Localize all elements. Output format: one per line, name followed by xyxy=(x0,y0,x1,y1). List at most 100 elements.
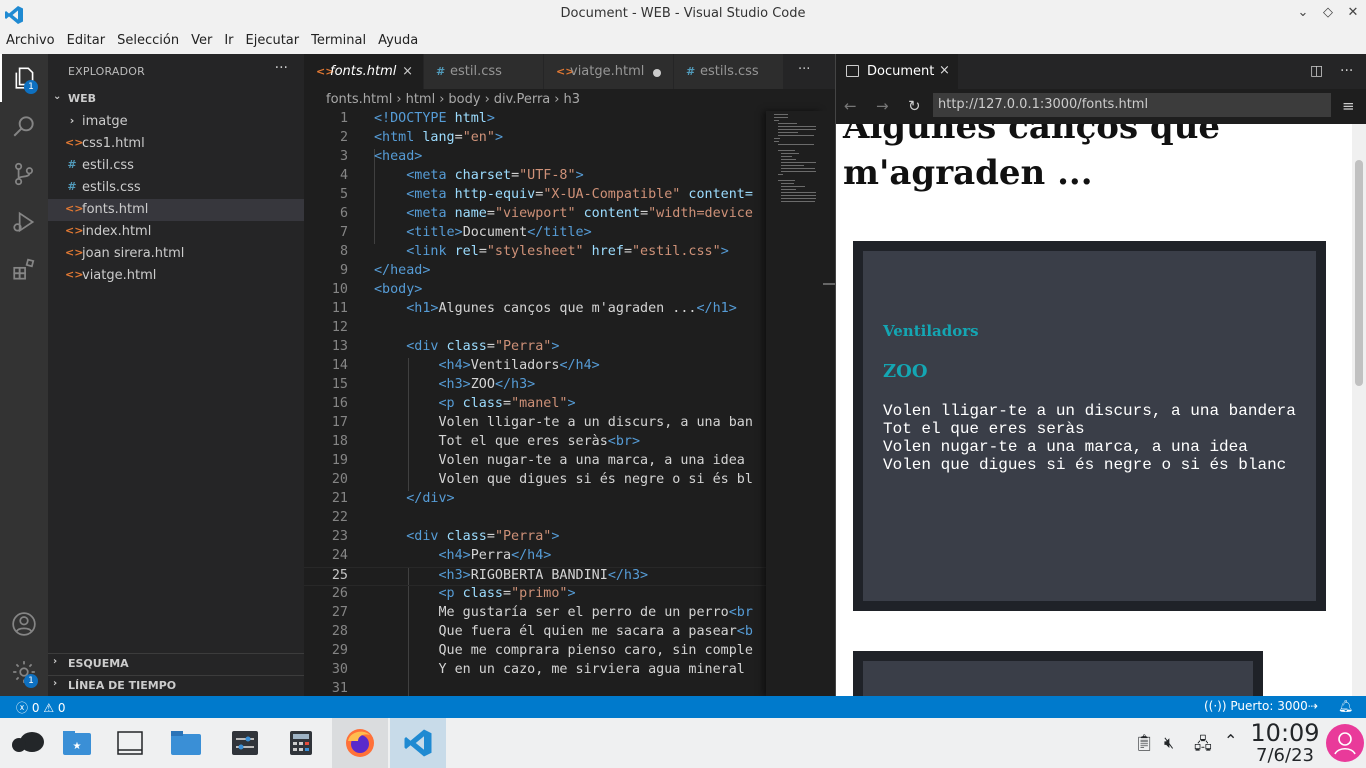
hamburger-menu-icon[interactable]: ≡ xyxy=(1342,97,1355,115)
clipboard-icon[interactable]: 📋︎ xyxy=(1134,733,1154,752)
css-file-icon: # xyxy=(67,180,77,193)
breadcrumb-item[interactable]: html xyxy=(406,92,436,107)
minimap[interactable] xyxy=(766,111,823,696)
code-token: <b xyxy=(736,624,753,639)
menu-item-ayuda[interactable]: Ayuda xyxy=(372,29,424,48)
editor-tab[interactable]: # estils.css xyxy=(674,54,784,89)
code-line: 5 <meta http-equiv="X-UA-Compatible" con… xyxy=(304,187,766,206)
file-tree-item[interactable]: # estil.css xyxy=(48,155,304,177)
page-heading: Algunes canços que m'agraden ... xyxy=(843,124,1221,193)
editor-more-actions-icon[interactable]: ··· xyxy=(798,62,810,77)
file-manager-icon[interactable] xyxy=(158,718,214,768)
menu-item-ver[interactable]: Ver xyxy=(185,29,218,48)
file-tree-item[interactable]: # estils.css xyxy=(48,177,304,199)
editor-tab[interactable]: # estil.css xyxy=(424,54,544,89)
file-tree-item[interactable]: <> fonts.html xyxy=(48,199,304,221)
timeline-section[interactable]: › LÍNEA DE TIEMPO xyxy=(48,675,304,697)
breadcrumb-item[interactable]: body xyxy=(448,92,480,107)
menu-item-terminal[interactable]: Terminal xyxy=(305,29,372,48)
minimize-icon[interactable]: ⌄ xyxy=(1294,5,1312,23)
problems-indicator[interactable]: ⓧ 0 ⚠ 0 xyxy=(16,699,66,716)
more-actions-icon[interactable]: ··· xyxy=(275,60,288,76)
line-number: 10 xyxy=(331,282,348,297)
line-number: 29 xyxy=(331,643,348,658)
line-text: Me gustaría ser el perro de un perro<br xyxy=(374,605,752,620)
url-input[interactable]: http://127.0.0.1:3000/fonts.html xyxy=(933,93,1331,117)
menu-item-ejecutar[interactable]: Ejecutar xyxy=(240,29,306,48)
preview-tab[interactable]: Document × xyxy=(836,54,958,89)
folder-header-web[interactable]: ⌄ WEB xyxy=(48,89,304,111)
preview-scrollbar[interactable] xyxy=(1352,124,1366,696)
line-number: 18 xyxy=(331,434,348,449)
extensions-icon[interactable] xyxy=(0,246,48,294)
vscode-taskbar-icon[interactable] xyxy=(390,718,446,768)
network-icon[interactable]: 🖧︎ xyxy=(1194,733,1212,760)
app-launcher-icon[interactable] xyxy=(0,718,56,768)
activity-bar: 1 1 xyxy=(0,54,48,696)
editor-tab[interactable]: <>fonts.html × xyxy=(304,54,424,89)
settings-gear-icon[interactable]: 1 xyxy=(0,648,48,696)
explorer-icon[interactable]: 1 xyxy=(0,54,48,102)
source-control-icon[interactable] xyxy=(0,150,48,198)
editor-tab[interactable]: <>viatge.html xyxy=(544,54,674,89)
editor-scrollbar[interactable] xyxy=(823,111,835,696)
reload-icon[interactable]: ↻ xyxy=(908,97,921,115)
firefox-icon[interactable] xyxy=(332,718,388,768)
breadcrumb-item[interactable]: div.Perra xyxy=(494,92,550,107)
calculator-icon[interactable] xyxy=(273,718,329,768)
files-star-icon[interactable]: ★ xyxy=(49,718,105,768)
volume-muted-icon[interactable]: 🔇︎ xyxy=(1164,733,1174,753)
close-tab-icon[interactable]: × xyxy=(402,64,413,79)
timeline-label: LÍNEA DE TIEMPO xyxy=(68,679,177,692)
maximize-icon[interactable]: ◇ xyxy=(1319,5,1337,23)
chevron-right-icon: › xyxy=(69,114,75,127)
split-editor-icon[interactable]: ◫ xyxy=(1310,63,1323,79)
file-tree-item[interactable]: <> index.html xyxy=(48,221,304,243)
feedback-icon[interactable]: ⇢ xyxy=(1308,699,1318,713)
code-token: "Perra" xyxy=(494,339,552,354)
breadcrumb-separator-icon: › xyxy=(554,92,560,107)
line-text: <head> xyxy=(374,149,422,164)
file-tree-item[interactable]: <> joan sirera.html xyxy=(48,243,304,265)
scroll-thumb[interactable] xyxy=(823,283,835,285)
breadcrumb-item[interactable]: fonts.html xyxy=(326,92,392,107)
menu-item-seleccion[interactable]: Selección xyxy=(111,29,185,48)
menu-item-archivo[interactable]: Archivo xyxy=(0,29,61,48)
line-text: <body> xyxy=(374,282,422,297)
notifications-bell-icon[interactable]: 🔔︎ xyxy=(1338,699,1353,713)
run-debug-icon[interactable] xyxy=(0,198,48,246)
preview-more-actions-icon[interactable]: ··· xyxy=(1340,63,1353,79)
close-tab-icon[interactable]: × xyxy=(939,63,950,78)
code-token: = xyxy=(486,206,495,221)
status-bar: ⓧ 0 ⚠ 0 ((·)) Puerto: 3000 ⇢ 🔔︎ xyxy=(0,696,1366,718)
file-tree-item[interactable]: <> viatge.html xyxy=(48,265,304,287)
forward-arrow-icon[interactable]: → xyxy=(876,97,889,115)
back-arrow-icon[interactable]: ← xyxy=(844,97,857,115)
line-text: <div class="Perra"> xyxy=(374,529,559,544)
clock[interactable]: 10:09 7/6/23 xyxy=(1250,720,1320,766)
explorer-badge: 1 xyxy=(24,80,38,94)
search-icon[interactable] xyxy=(0,102,48,150)
code-token: class xyxy=(454,586,503,601)
preview-scroll-thumb[interactable] xyxy=(1355,160,1363,386)
file-tree-item[interactable]: <> css1.html xyxy=(48,133,304,155)
file-tree-item[interactable]: › imatge xyxy=(48,111,304,133)
menu-item-ir[interactable]: Ir xyxy=(218,29,239,48)
code-line: 29 Que me comprara pienso caro, sin comp… xyxy=(304,643,766,662)
window-overview-icon[interactable] xyxy=(102,718,158,768)
accounts-icon[interactable] xyxy=(0,600,48,648)
port-indicator[interactable]: ((·)) Puerto: 3000 xyxy=(1204,699,1308,713)
outline-section[interactable]: › ESQUEMA xyxy=(48,653,304,675)
menu-item-editar[interactable]: Editar xyxy=(61,29,112,48)
code-editor[interactable]: 1 <!DOCTYPE html> 2 <html lang="en"> 3 <head>… xyxy=(304,111,766,696)
breadcrumb-item[interactable]: h3 xyxy=(563,92,580,107)
tray-expand-icon[interactable]: ⌃ xyxy=(1224,731,1237,750)
minimap-line xyxy=(781,192,817,193)
user-avatar[interactable] xyxy=(1326,724,1364,762)
line-number: 20 xyxy=(331,472,348,487)
system-settings-icon[interactable] xyxy=(217,718,273,768)
close-window-icon[interactable]: ✕ xyxy=(1344,5,1362,23)
minimap-line xyxy=(781,189,797,190)
